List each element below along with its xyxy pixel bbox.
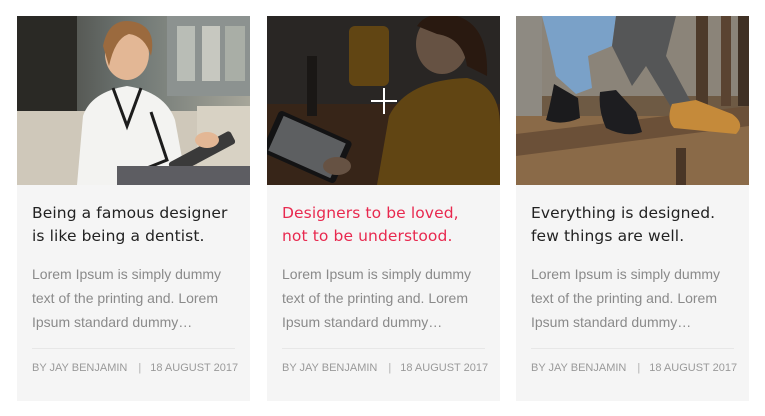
meta-separator: |	[637, 362, 641, 374]
photo-woman-tablet-office	[17, 16, 250, 185]
plus-icon[interactable]	[370, 87, 397, 114]
photo-couple-boots-bench	[516, 16, 749, 185]
post-title[interactable]: Designers to be loved, not to be underst…	[282, 202, 485, 248]
divider	[531, 348, 734, 349]
blog-card: Designers to be loved, not to be underst…	[267, 16, 500, 401]
post-author-link[interactable]: BY JAY BENJAMIN	[531, 362, 626, 374]
meta-separator: |	[138, 362, 142, 374]
post-author-link[interactable]: BY JAY BENJAMIN	[282, 362, 377, 374]
blog-grid: Being a famous designer is like being a …	[0, 0, 765, 416]
post-meta: BY JAY BENJAMIN | 18 AUGUST 2017	[32, 362, 239, 374]
divider	[32, 348, 235, 349]
post-date: 18 AUGUST 2017	[649, 362, 738, 374]
post-date: 18 AUGUST 2017	[150, 362, 239, 374]
post-meta: BY JAY BENJAMIN | 18 AUGUST 2017	[531, 362, 738, 374]
post-image[interactable]	[17, 16, 250, 185]
post-author-link[interactable]: BY JAY BENJAMIN	[32, 362, 127, 374]
post-excerpt: Lorem Ipsum is simply dummy text of the …	[32, 266, 222, 330]
post-image[interactable]	[516, 16, 749, 185]
post-image[interactable]	[267, 16, 500, 185]
blog-card: Being a famous designer is like being a …	[17, 16, 250, 401]
post-title[interactable]: Everything is designed. few things are w…	[531, 202, 734, 248]
post-title[interactable]: Being a famous designer is like being a …	[32, 202, 235, 248]
blog-card: Everything is designed. few things are w…	[516, 16, 749, 401]
post-excerpt: Lorem Ipsum is simply dummy text of the …	[531, 266, 721, 330]
meta-separator: |	[388, 362, 392, 374]
post-meta: BY JAY BENJAMIN | 18 AUGUST 2017	[282, 362, 489, 374]
post-date: 18 AUGUST 2017	[400, 362, 489, 374]
divider	[282, 348, 485, 349]
post-excerpt: Lorem Ipsum is simply dummy text of the …	[282, 266, 472, 330]
